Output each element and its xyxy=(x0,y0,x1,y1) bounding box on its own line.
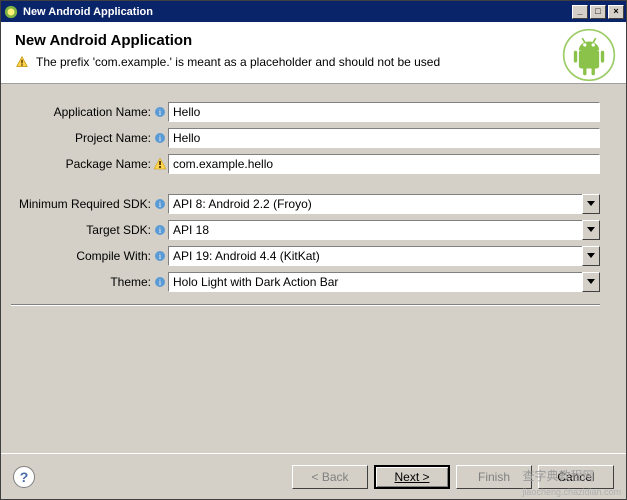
maximize-button[interactable]: □ xyxy=(590,5,606,19)
android-logo-icon xyxy=(562,28,616,82)
next-button[interactable]: Next > xyxy=(374,465,450,489)
minimize-button[interactable]: _ xyxy=(572,5,588,19)
warning-icon xyxy=(16,56,28,68)
theme-select[interactable]: Holo Light with Dark Action Bar xyxy=(168,272,600,292)
title-bar[interactable]: New Android Application _ □ × xyxy=(0,0,627,22)
banner-heading: New Android Application xyxy=(15,32,612,49)
compile-with-label: Compile With: xyxy=(11,249,153,263)
project-name-label: Project Name: xyxy=(11,131,153,145)
chevron-down-icon[interactable] xyxy=(582,246,600,266)
button-bar: ? < Back Next > Finish Cancel xyxy=(1,453,626,499)
theme-label: Theme: xyxy=(11,275,153,289)
close-button[interactable]: × xyxy=(608,5,624,19)
cancel-button[interactable]: Cancel xyxy=(538,465,614,489)
separator xyxy=(11,304,600,306)
wizard-banner: New Android Application The prefix 'com.… xyxy=(1,22,626,84)
wizard-icon xyxy=(3,4,19,20)
package-name-input[interactable] xyxy=(168,154,600,174)
min-sdk-label: Minimum Required SDK: xyxy=(11,197,153,211)
target-sdk-label: Target SDK: xyxy=(11,223,153,237)
min-sdk-select[interactable]: API 8: Android 2.2 (Froyo) xyxy=(168,194,600,214)
info-icon[interactable]: i xyxy=(154,132,166,144)
info-icon[interactable]: i xyxy=(154,250,166,262)
window-title: New Android Application xyxy=(23,6,153,18)
project-name-input[interactable] xyxy=(168,128,600,148)
app-name-input[interactable] xyxy=(168,102,600,122)
chevron-down-icon[interactable] xyxy=(582,220,600,240)
target-sdk-select[interactable]: API 18 xyxy=(168,220,600,240)
target-sdk-value: API 18 xyxy=(168,220,582,240)
min-sdk-value: API 8: Android 2.2 (Froyo) xyxy=(168,194,582,214)
next-button-label: Next > xyxy=(394,470,429,484)
banner-warning-text: The prefix 'com.example.' is meant as a … xyxy=(36,55,440,69)
compile-with-value: API 19: Android 4.4 (KitKat) xyxy=(168,246,582,266)
help-button[interactable]: ? xyxy=(13,466,35,488)
finish-button[interactable]: Finish xyxy=(456,465,532,489)
chevron-down-icon[interactable] xyxy=(582,272,600,292)
compile-with-select[interactable]: API 19: Android 4.4 (KitKat) xyxy=(168,246,600,266)
app-name-label: Application Name: xyxy=(11,105,153,119)
theme-value: Holo Light with Dark Action Bar xyxy=(168,272,582,292)
form-area: Application Name: i Project Name: i Pack… xyxy=(1,84,626,316)
info-icon[interactable]: i xyxy=(154,276,166,288)
chevron-down-icon[interactable] xyxy=(582,194,600,214)
package-name-label: Package Name: xyxy=(11,157,153,171)
warning-icon[interactable] xyxy=(154,158,166,170)
back-button[interactable]: < Back xyxy=(292,465,368,489)
info-icon[interactable]: i xyxy=(154,198,166,210)
info-icon[interactable]: i xyxy=(154,224,166,236)
info-icon[interactable]: i xyxy=(154,106,166,118)
